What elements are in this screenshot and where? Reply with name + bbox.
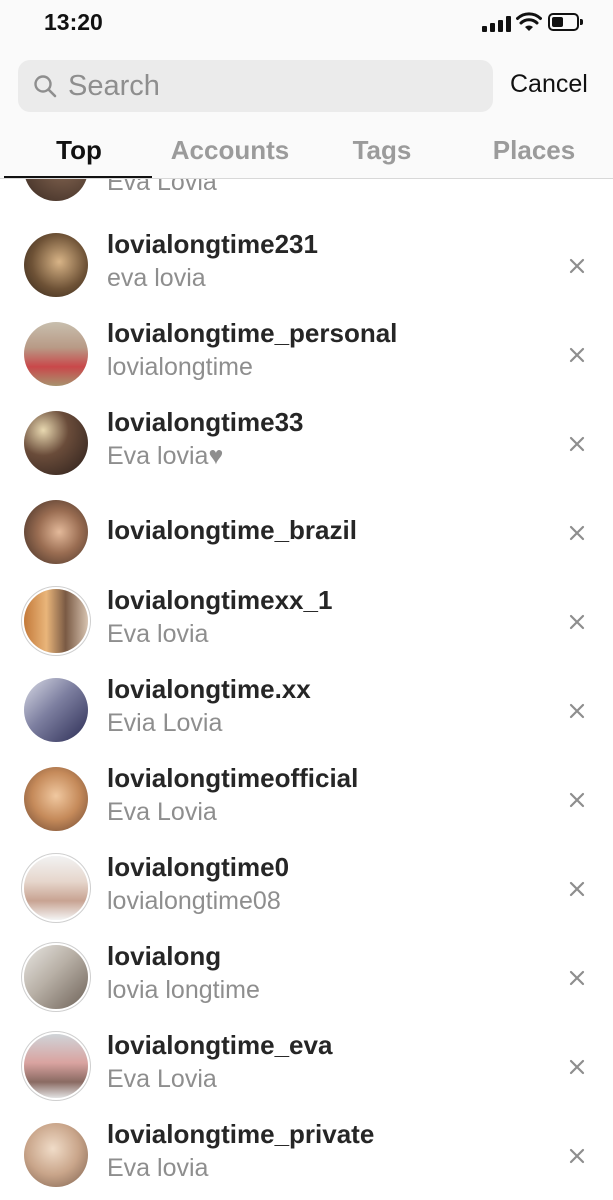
cancel-button[interactable]: Cancel bbox=[510, 70, 588, 99]
wifi-icon bbox=[516, 12, 542, 31]
close-icon[interactable] bbox=[568, 346, 586, 364]
active-tab-indicator bbox=[4, 176, 152, 178]
tab-bar: Top Accounts Tags Places bbox=[0, 130, 613, 178]
result-fullname: Evia Lovia bbox=[107, 709, 223, 737]
tab-places[interactable]: Places bbox=[459, 130, 609, 178]
list-item[interactable]: lovialongtime_eva Eva Lovia bbox=[0, 1022, 613, 1111]
result-username: lovialongtimexx_1 bbox=[107, 585, 333, 615]
result-username: lovialongtime33 bbox=[107, 407, 304, 437]
result-username: lovialongtime_private bbox=[107, 1119, 375, 1149]
status-bar: 13:20 bbox=[0, 0, 613, 48]
avatar bbox=[24, 678, 88, 742]
search-input[interactable] bbox=[68, 60, 478, 112]
tab-top[interactable]: Top bbox=[4, 130, 154, 178]
close-icon[interactable] bbox=[568, 791, 586, 809]
close-icon[interactable] bbox=[568, 613, 586, 631]
result-username: lovialong bbox=[107, 941, 222, 971]
close-icon[interactable] bbox=[568, 435, 586, 453]
avatar bbox=[24, 589, 88, 653]
avatar bbox=[24, 856, 88, 920]
close-icon[interactable] bbox=[568, 702, 586, 720]
result-fullname: Eva Lovia bbox=[107, 798, 217, 826]
result-fullname: lovialongtime bbox=[107, 353, 253, 381]
result-username: lovialongtimeofficial bbox=[107, 763, 359, 793]
list-item[interactable]: lovialongtime_brazil bbox=[0, 488, 613, 577]
search-bar[interactable] bbox=[18, 60, 493, 112]
battery-icon bbox=[548, 13, 583, 31]
result-fullname: lovia longtime bbox=[107, 976, 260, 1004]
tab-tags[interactable]: Tags bbox=[307, 130, 457, 178]
list-item[interactable]: lovialongtimexx_1 Eva lovia bbox=[0, 577, 613, 666]
result-username: lovialongtime231 bbox=[107, 229, 318, 259]
search-results-list: Eva Lovia lovialongtime231 eva lovia lov… bbox=[0, 179, 613, 1200]
result-fullname: Eva lovia♥ bbox=[107, 442, 224, 470]
close-icon[interactable] bbox=[568, 524, 586, 542]
result-fullname: Eva Lovia bbox=[107, 1065, 217, 1093]
search-icon bbox=[34, 75, 57, 98]
result-username: lovialongtime_brazil bbox=[107, 515, 357, 545]
result-fullname: lovialongtime08 bbox=[107, 887, 281, 915]
result-username: lovialongtime_eva bbox=[107, 1030, 333, 1060]
result-fullname: Eva lovia bbox=[107, 620, 209, 648]
avatar bbox=[24, 179, 88, 201]
list-item[interactable]: lovialongtime_personal lovialongtime bbox=[0, 310, 613, 399]
close-icon[interactable] bbox=[568, 1058, 586, 1076]
avatar bbox=[24, 233, 88, 297]
search-header: Cancel Top Accounts Tags Places bbox=[0, 48, 613, 179]
list-item[interactable]: lovialongtime231 eva lovia bbox=[0, 221, 613, 310]
avatar bbox=[24, 1034, 88, 1098]
avatar bbox=[24, 411, 88, 475]
list-item[interactable]: lovialongtime.xx Evia Lovia bbox=[0, 666, 613, 755]
close-icon[interactable] bbox=[568, 257, 586, 275]
status-time: 13:20 bbox=[44, 9, 103, 35]
avatar bbox=[24, 322, 88, 386]
list-item[interactable]: lovialongtime33 Eva lovia♥ bbox=[0, 399, 613, 488]
close-icon[interactable] bbox=[568, 880, 586, 898]
list-item[interactable]: lovialongtime_private Eva lovia bbox=[0, 1111, 613, 1200]
list-item[interactable]: Eva Lovia bbox=[0, 179, 613, 214]
cellular-signal-icon bbox=[482, 16, 511, 32]
result-username: lovialongtime.xx bbox=[107, 674, 311, 704]
close-icon[interactable] bbox=[568, 1147, 586, 1165]
tab-accounts[interactable]: Accounts bbox=[155, 130, 305, 178]
result-fullname: eva lovia bbox=[107, 264, 206, 292]
list-item[interactable]: lovialongtimeofficial Eva Lovia bbox=[0, 755, 613, 844]
result-username: lovialongtime_personal bbox=[107, 318, 398, 348]
result-fullname: Eva lovia bbox=[107, 1154, 209, 1182]
avatar bbox=[24, 500, 88, 564]
result-fullname: Eva Lovia bbox=[107, 179, 217, 196]
avatar bbox=[24, 767, 88, 831]
close-icon[interactable] bbox=[568, 969, 586, 987]
avatar bbox=[24, 1123, 88, 1187]
avatar bbox=[24, 945, 88, 1009]
result-username: lovialongtime0 bbox=[107, 852, 290, 882]
list-item[interactable]: lovialong lovia longtime bbox=[0, 933, 613, 1022]
list-item[interactable]: lovialongtime0 lovialongtime08 bbox=[0, 844, 613, 933]
